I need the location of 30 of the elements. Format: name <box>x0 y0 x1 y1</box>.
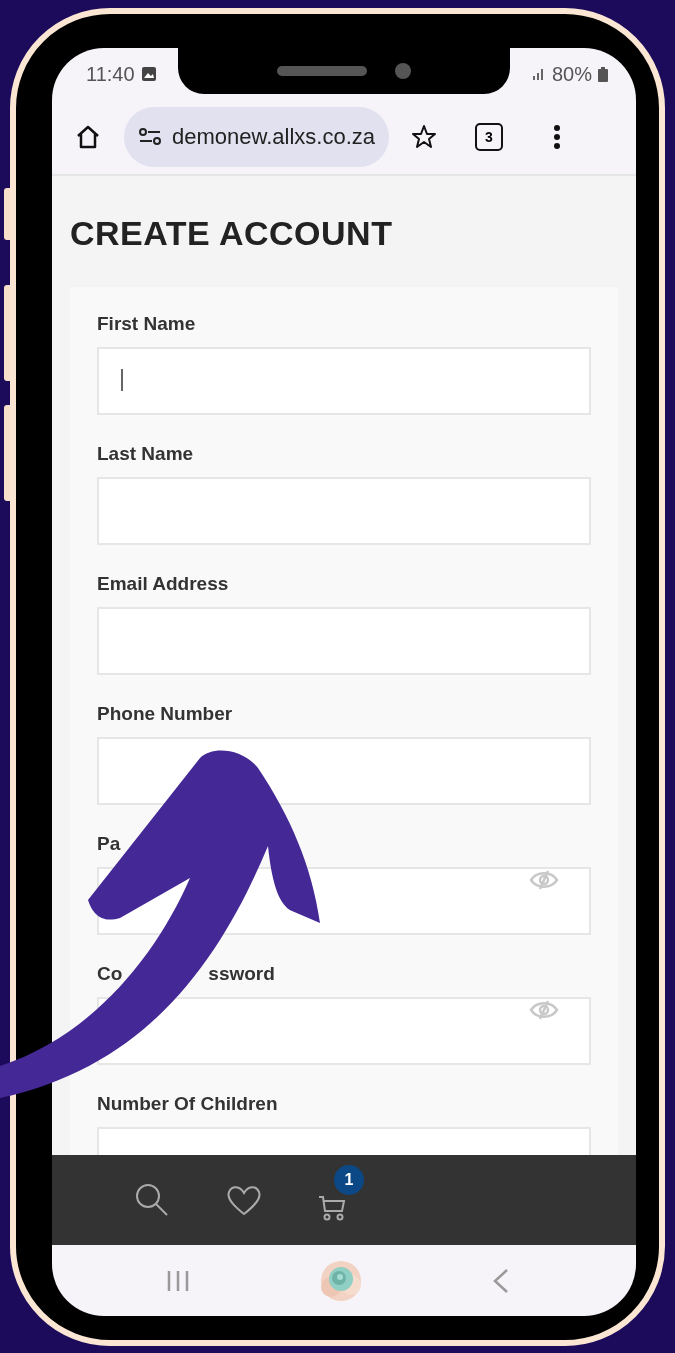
recent-apps-icon[interactable] <box>166 1269 190 1292</box>
signal-icon <box>531 67 546 81</box>
site-settings-icon[interactable] <box>138 127 162 147</box>
url-text: demonew.allxs.co.za <box>172 124 375 150</box>
field-label: ssword <box>208 963 275 985</box>
battery-percent: 80% <box>551 62 592 86</box>
cart-icon[interactable] <box>318 1193 348 1221</box>
star-icon[interactable] <box>411 124 437 150</box>
tab-count-button[interactable]: 3 <box>475 123 503 151</box>
cart-count-badge: 1 <box>334 1165 364 1195</box>
address-bar[interactable]: demonew.allxs.co.za <box>124 107 389 167</box>
field-label: Number Of Children <box>97 1093 278 1115</box>
input-field[interactable] <box>97 477 591 545</box>
image-icon <box>140 66 157 82</box>
search-icon[interactable] <box>134 1182 170 1218</box>
field-label: Pa <box>97 833 121 855</box>
back-icon[interactable] <box>492 1267 510 1294</box>
heart-icon[interactable] <box>226 1184 262 1216</box>
status-time: 11:40 <box>86 62 135 86</box>
input-field[interactable] <box>97 347 591 415</box>
page-title: CREATE ACCOUNT <box>70 214 394 253</box>
field-label: Email Address <box>97 573 229 595</box>
battery-icon <box>598 66 608 82</box>
field-label: First Name <box>97 313 196 335</box>
password-field[interactable] <box>97 997 591 1065</box>
field-label: Last Name <box>97 443 194 465</box>
input-field[interactable] <box>97 607 591 675</box>
field-label: Co <box>97 963 123 985</box>
field-label: Phone Number <box>97 703 233 725</box>
more-menu-icon[interactable] <box>553 124 561 150</box>
